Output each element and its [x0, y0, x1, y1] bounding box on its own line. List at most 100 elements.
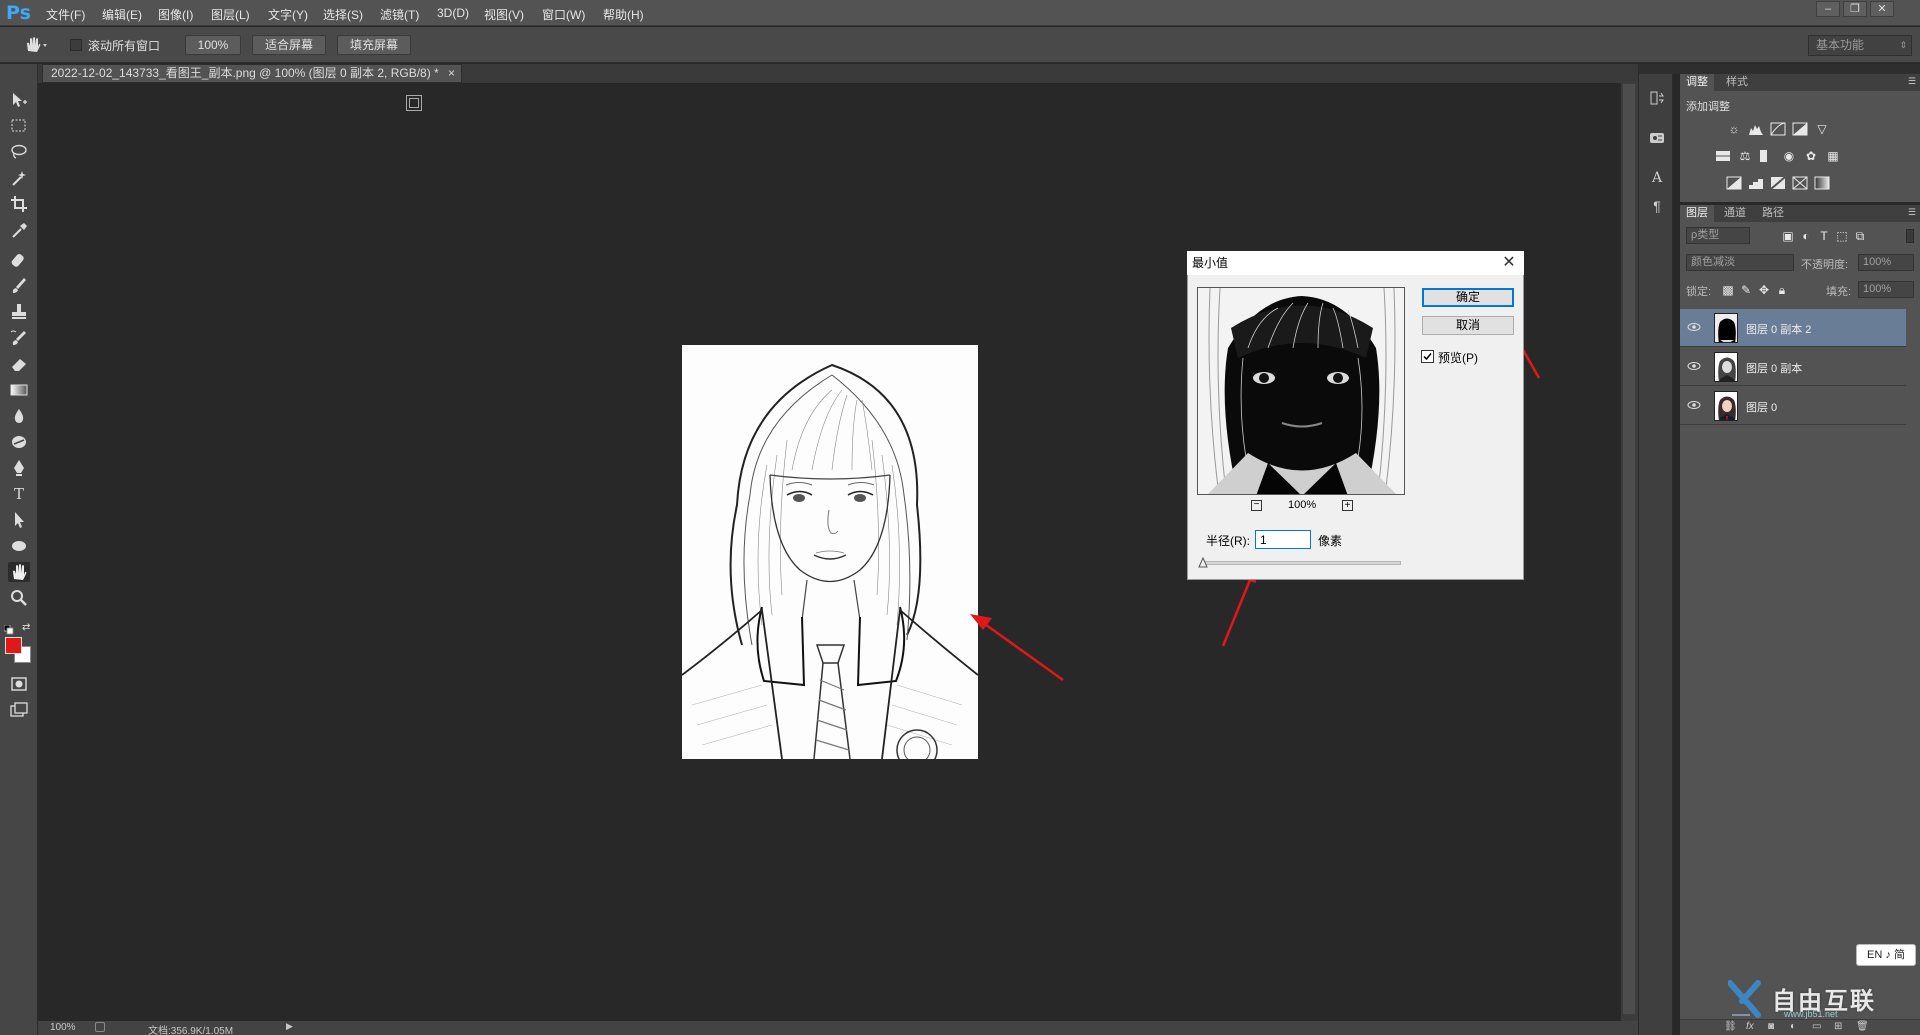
gradient-map-icon[interactable]: [1814, 176, 1830, 190]
filter-toggle[interactable]: [1906, 229, 1914, 243]
marquee-tool-icon[interactable]: [8, 116, 30, 136]
vibrance-icon[interactable]: ▽: [1814, 122, 1830, 136]
tab-paths[interactable]: 路径: [1756, 205, 1790, 222]
scroll-all-windows-checkbox[interactable]: [70, 39, 82, 51]
properties-panel-icon[interactable]: [1646, 128, 1668, 148]
adjustments-menu-icon[interactable]: ☰: [1908, 76, 1916, 87]
document-image[interactable]: [682, 345, 978, 759]
ellipse-tool-icon[interactable]: [8, 536, 30, 556]
eraser-tool-icon[interactable]: [8, 354, 30, 374]
menu-view[interactable]: 视图(V): [484, 6, 524, 23]
invert-icon[interactable]: [1726, 176, 1742, 190]
channel-mixer-icon[interactable]: ✿: [1803, 149, 1819, 163]
clone-stamp-tool-icon[interactable]: [8, 302, 30, 322]
menu-3d[interactable]: 3D(D): [437, 6, 469, 20]
menu-layer[interactable]: 图层(L): [211, 6, 250, 23]
zoom-tool-icon[interactable]: [8, 588, 30, 608]
pen-tool-icon[interactable]: [8, 458, 30, 478]
fill-screen-button[interactable]: 填充屏幕: [337, 35, 411, 55]
fill-field[interactable]: 100%: [1858, 281, 1914, 298]
magic-wand-tool-icon[interactable]: [8, 168, 30, 188]
quick-mask-icon[interactable]: [8, 674, 30, 694]
hue-saturation-icon[interactable]: [1715, 149, 1731, 163]
filter-adjustment-icon[interactable]: ◐: [1798, 229, 1814, 243]
vertical-scroll-thumb[interactable]: [1623, 84, 1635, 1014]
color-lookup-icon[interactable]: ▦: [1825, 149, 1841, 163]
ok-button[interactable]: 确定: [1422, 288, 1514, 307]
eye-icon[interactable]: [1687, 321, 1701, 333]
path-selection-tool-icon[interactable]: [8, 510, 30, 530]
filter-smart-object-icon[interactable]: ⧉: [1852, 229, 1868, 243]
character-panel-icon[interactable]: A: [1646, 168, 1668, 188]
fit-screen-button[interactable]: 适合屏幕: [252, 35, 326, 55]
layer-kind-filter[interactable]: ρ类型: [1686, 227, 1750, 244]
radius-input[interactable]: [1255, 530, 1311, 549]
tab-layers[interactable]: 图层: [1680, 205, 1714, 222]
tab-adjustments[interactable]: 调整: [1680, 74, 1714, 91]
dodge-tool-icon[interactable]: [8, 432, 30, 452]
eye-icon[interactable]: [1687, 360, 1701, 372]
status-menu-arrow-icon[interactable]: ▶: [286, 1021, 293, 1032]
layer-row[interactable]: 图层 0 副本 2: [1680, 309, 1906, 347]
zoom-in-button[interactable]: +: [1342, 500, 1353, 511]
brightness-icon[interactable]: ☼: [1726, 122, 1742, 136]
move-tool-icon[interactable]: [8, 90, 30, 110]
eye-icon[interactable]: [1687, 399, 1701, 411]
menu-image[interactable]: 图像(I): [158, 6, 193, 23]
tab-channels[interactable]: 通道: [1718, 205, 1752, 222]
brush-tool-icon[interactable]: [8, 276, 30, 296]
menu-filter[interactable]: 滤镜(T): [380, 6, 419, 23]
foreground-color-swatch[interactable]: [5, 637, 22, 654]
menu-window[interactable]: 窗口(W): [542, 6, 585, 23]
eyedropper-tool-icon[interactable]: [8, 220, 30, 240]
tab-styles[interactable]: 样式: [1720, 74, 1754, 91]
crop-tool-icon[interactable]: [8, 194, 30, 214]
zoom-out-button[interactable]: −: [1251, 500, 1262, 511]
color-balance-icon[interactable]: ⚖: [1737, 149, 1753, 163]
close-window-button[interactable]: ✕: [1870, 1, 1894, 17]
paragraph-panel-icon[interactable]: ¶: [1646, 196, 1668, 216]
lock-transparent-icon[interactable]: ▩: [1720, 283, 1736, 297]
menu-help[interactable]: 帮助(H): [603, 6, 644, 23]
panel-collapse-bar[interactable]: [1638, 64, 1920, 74]
layer-row[interactable]: 图层 0 副本: [1680, 348, 1906, 386]
exposure-icon[interactable]: [1792, 122, 1808, 136]
history-brush-tool-icon[interactable]: [8, 328, 30, 348]
workspace-select[interactable]: 基本功能 ⇕: [1808, 35, 1912, 56]
filter-preview-image[interactable]: [1197, 287, 1405, 495]
preview-checkbox[interactable]: [1421, 350, 1434, 363]
history-panel-icon[interactable]: [1646, 88, 1668, 108]
black-white-icon[interactable]: [1759, 149, 1775, 163]
lock-position-icon[interactable]: ✥: [1756, 283, 1772, 297]
blend-mode-select[interactable]: 颜色减淡: [1686, 254, 1794, 271]
healing-brush-tool-icon[interactable]: [8, 250, 30, 270]
menu-type[interactable]: 文字(Y): [268, 6, 308, 23]
filter-type-icon[interactable]: T: [1816, 229, 1832, 243]
filter-pixel-icon[interactable]: ▣: [1780, 229, 1796, 243]
layers-menu-icon[interactable]: ☰: [1908, 207, 1916, 218]
threshold-icon[interactable]: [1770, 176, 1786, 190]
cancel-button[interactable]: 取消: [1422, 316, 1514, 335]
filter-shape-icon[interactable]: ⬚: [1834, 229, 1850, 243]
radius-slider-thumb[interactable]: [1198, 556, 1208, 568]
close-tab-icon[interactable]: ×: [448, 65, 455, 82]
photo-filter-icon[interactable]: ◉: [1781, 149, 1797, 163]
hand-tool-icon[interactable]: [8, 562, 30, 582]
document-tab[interactable]: 2022-12-02_143733_看图王_副本.png @ 100% (图层 …: [42, 64, 462, 83]
dialog-close-button[interactable]: ✕: [1497, 252, 1521, 274]
type-tool-icon[interactable]: T: [8, 484, 30, 504]
restore-button[interactable]: ❐: [1843, 1, 1867, 17]
menu-edit[interactable]: 编辑(E): [102, 6, 142, 23]
blur-tool-icon[interactable]: [8, 406, 30, 426]
minimize-button[interactable]: –: [1816, 1, 1840, 17]
radius-slider-track[interactable]: [1201, 561, 1401, 565]
menu-select[interactable]: 选择(S): [323, 6, 363, 23]
opacity-field[interactable]: 100%: [1858, 254, 1914, 271]
lock-all-icon[interactable]: 🔒︎: [1774, 283, 1790, 297]
default-colors-icon[interactable]: [3, 624, 14, 635]
layer-row[interactable]: 图层 0: [1680, 387, 1906, 425]
menu-file[interactable]: 文件(F): [46, 6, 85, 23]
curves-icon[interactable]: [1770, 122, 1786, 136]
selective-color-icon[interactable]: [1792, 176, 1808, 190]
screen-mode-icon[interactable]: [8, 700, 30, 720]
